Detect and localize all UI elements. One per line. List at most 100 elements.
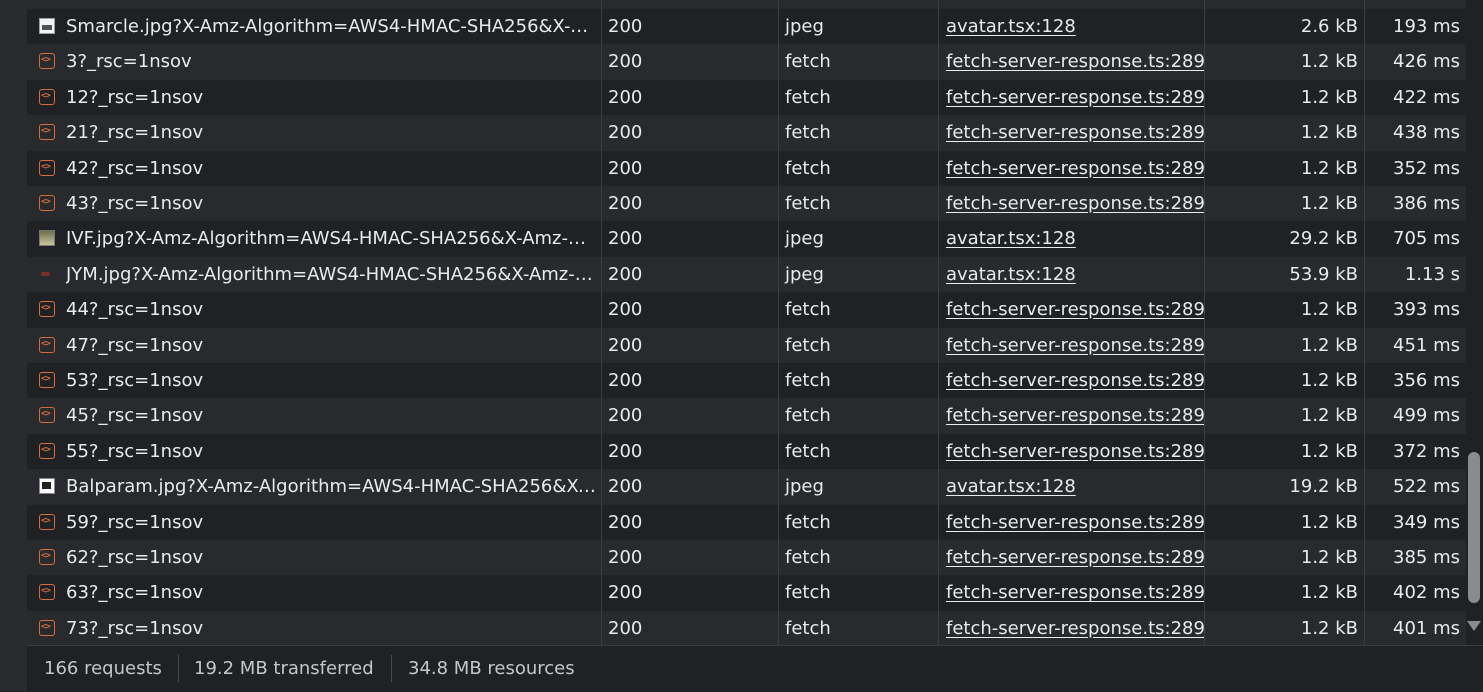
- request-name: 3?_rsc=1nsov: [66, 51, 192, 73]
- column-divider[interactable]: [1204, 0, 1205, 645]
- request-name: 42?_rsc=1nsov: [66, 157, 204, 179]
- column-divider[interactable]: [778, 0, 779, 645]
- table-row[interactable]: 21?_rsc=1nsov 200 fetch fetch-server-respon…: [27, 115, 1466, 151]
- table-row[interactable]: 63?_rsc=1nsov 200 fetch fetch-server-respon…: [27, 575, 1466, 611]
- column-divider[interactable]: [1364, 0, 1365, 645]
- name-cell[interactable]: 47?_rsc=1nsov: [27, 328, 601, 363]
- status-cell: 200: [608, 51, 643, 73]
- initiator-link[interactable]: fetch-server-response.ts:289: [946, 193, 1204, 214]
- initiator-link[interactable]: fetch-server-response.ts:289: [946, 547, 1204, 568]
- type-cell: fetch: [785, 547, 831, 568]
- initiator-link[interactable]: fetch-server-response.ts:289: [946, 370, 1204, 391]
- table-row[interactable]: 44?_rsc=1nsov 200 fetch fetch-server-respon…: [27, 292, 1466, 328]
- table-row[interactable]: 55?_rsc=1nsov 200 fetch fetch-server-respon…: [27, 433, 1466, 470]
- initiator-cell: fetch-server-response.ts:289: [939, 611, 1204, 645]
- initiator-link[interactable]: fetch-server-response.ts:289: [946, 87, 1204, 108]
- type-cell: fetch: [785, 582, 831, 604]
- name-cell[interactable]: 12?_rsc=1nsov: [27, 80, 601, 115]
- type-cell: fetch: [785, 511, 831, 533]
- initiator-link[interactable]: fetch-server-response.ts:289: [946, 122, 1204, 143]
- initiator-link[interactable]: avatar.tsx:128: [946, 228, 1076, 249]
- table-row[interactable]: 45?_rsc=1nsov 200 fetch fetch-server-respon…: [27, 398, 1466, 434]
- name-cell[interactable]: 59?_rsc=1nsov: [27, 505, 601, 540]
- initiator-cell: avatar.tsx:128: [939, 9, 1204, 44]
- initiator-link[interactable]: avatar.tsx:128: [946, 476, 1076, 497]
- table-row[interactable]: 3?_rsc=1nsov 200 fetch fetch-server-respons…: [27, 44, 1466, 80]
- table-row[interactable]: Smarcle.jpg?X-Amz-Algorithm=AWS4-HMAC-SH…: [27, 9, 1466, 45]
- status-cell: 200: [608, 157, 643, 179]
- table-row[interactable]: 59?_rsc=1nsov 200 fetch fetch-server-respon…: [27, 504, 1466, 540]
- status-cell: 200: [608, 370, 643, 391]
- initiator-cell: fetch-server-response.ts:289: [939, 80, 1204, 115]
- name-cell[interactable]: IVF.jpg?X-Amz-Algorithm=AWS4-HMAC-SHA256…: [27, 221, 601, 256]
- name-cell[interactable]: 63?_rsc=1nsov: [27, 575, 601, 610]
- name-cell[interactable]: 55?_rsc=1nsov: [27, 434, 601, 469]
- name-cell[interactable]: 44?_rsc=1nsov: [27, 292, 601, 327]
- table-row[interactable]: JYM.jpg?X-Amz-Algorithm=AWS4-HMAC-SHA256…: [27, 256, 1466, 293]
- fetch-icon: [39, 124, 55, 141]
- name-cell[interactable]: 62?_rsc=1nsov: [27, 540, 601, 575]
- status-cell: 200: [608, 334, 643, 356]
- status-cell: 200: [608, 193, 643, 214]
- fetch-icon: [39, 301, 55, 318]
- time-cell: 193 ms: [1393, 16, 1460, 37]
- time-cell: 705 ms: [1393, 228, 1460, 250]
- request-count: 166 requests: [44, 658, 162, 679]
- initiator-link[interactable]: fetch-server-response.ts:289: [946, 512, 1204, 533]
- size-cell: 1.2 kB: [1300, 122, 1358, 144]
- name-cell[interactable]: Balparam.jpg?X-Amz-Algorithm=AWS4-HMAC-S…: [27, 469, 601, 504]
- table-row[interactable]: 62?_rsc=1nsov 200 fetch fetch-server-respon…: [27, 540, 1466, 576]
- status-cell: 200: [608, 228, 643, 250]
- column-divider[interactable]: [938, 0, 939, 645]
- initiator-link[interactable]: fetch-server-response.ts:289: [946, 51, 1204, 72]
- name-cell[interactable]: 21?_rsc=1nsov: [27, 115, 601, 150]
- initiator-link[interactable]: fetch-server-response.ts:289: [946, 158, 1204, 179]
- initiator-cell: fetch-server-response.ts:289: [939, 540, 1204, 575]
- table-row[interactable]: 43?_rsc=1nsov 200 fetch fetch-server-respon…: [27, 186, 1466, 222]
- table-row[interactable]: 73?_rsc=1nsov 200 fetch fetch-server-respon…: [27, 610, 1466, 645]
- initiator-cell: fetch-server-response.ts:289: [939, 151, 1204, 186]
- initiator-link[interactable]: fetch-server-response.ts:289: [946, 441, 1204, 462]
- name-cell[interactable]: Smarcle.jpg?X-Amz-Algorithm=AWS4-HMAC-SH…: [27, 9, 601, 44]
- initiator-link[interactable]: fetch-server-response.ts:289: [946, 405, 1204, 426]
- column-divider[interactable]: [601, 0, 602, 645]
- initiator-cell: fetch-server-response.ts:289: [939, 328, 1204, 363]
- status-cell: 200: [608, 299, 643, 321]
- name-cell[interactable]: 53?_rsc=1nsov: [27, 363, 601, 398]
- size-cell: 29.2 kB: [1289, 228, 1358, 250]
- type-cell: fetch: [785, 370, 831, 391]
- name-cell[interactable]: 42?_rsc=1nsov: [27, 151, 601, 186]
- initiator-link[interactable]: avatar.tsx:128: [946, 16, 1076, 37]
- name-cell[interactable]: 45?_rsc=1nsov: [27, 398, 601, 433]
- name-cell[interactable]: JYM.jpg?X-Amz-Algorithm=AWS4-HMAC-SHA256…: [27, 257, 601, 292]
- scrollbar-thumb[interactable]: [1468, 452, 1480, 603]
- initiator-link[interactable]: fetch-server-response.ts:289: [946, 299, 1204, 320]
- table-row[interactable]: 42?_rsc=1nsov 200 fetch fetch-server-respon…: [27, 150, 1466, 186]
- table-row[interactable]: Balparam.jpg?X-Amz-Algorithm=AWS4-HMAC-S…: [27, 469, 1466, 505]
- initiator-link[interactable]: fetch-server-response.ts:289: [946, 335, 1204, 356]
- fetch-icon: [39, 549, 55, 565]
- table-row[interactable]: 47?_rsc=1nsov 200 fetch fetch-server-respon…: [27, 327, 1466, 363]
- table-row[interactable]: IVF.jpg?X-Amz-Algorithm=AWS4-HMAC-SHA256…: [27, 221, 1466, 257]
- time-cell: 386 ms: [1393, 193, 1460, 214]
- initiator-link[interactable]: fetch-server-response.ts:289: [946, 582, 1204, 603]
- time-cell: 356 ms: [1393, 370, 1460, 391]
- table-row[interactable]: 53?_rsc=1nsov 200 fetch fetch-server-respon…: [27, 363, 1466, 399]
- type-cell: fetch: [785, 440, 831, 462]
- scroll-down-arrow-icon[interactable]: [1467, 618, 1481, 634]
- initiator-link[interactable]: avatar.tsx:128: [946, 264, 1076, 285]
- type-cell: fetch: [785, 405, 831, 427]
- image-file-icon: [39, 18, 55, 34]
- name-cell[interactable]: 43?_rsc=1nsov: [27, 186, 601, 221]
- size-cell: 1.2 kB: [1300, 334, 1358, 356]
- type-cell: fetch: [785, 334, 831, 356]
- initiator-link[interactable]: fetch-server-response.ts:289: [946, 618, 1204, 639]
- name-cell[interactable]: 3?_rsc=1nsov: [27, 44, 601, 79]
- name-cell[interactable]: 73?_rsc=1nsov: [27, 611, 601, 645]
- table-row[interactable]: 12?_rsc=1nsov 200 fetch fetch-server-respon…: [27, 79, 1466, 116]
- time-cell: 349 ms: [1393, 511, 1460, 533]
- table-row[interactable]: [27, 0, 1466, 9]
- type-cell: jpeg: [785, 476, 824, 498]
- summary-divider: [178, 655, 179, 682]
- initiator-cell: avatar.tsx:128: [939, 469, 1204, 504]
